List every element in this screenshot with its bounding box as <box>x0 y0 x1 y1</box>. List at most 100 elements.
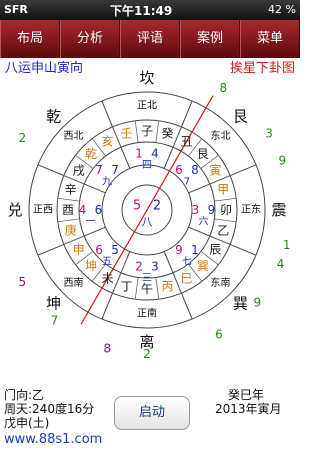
mountain-label-2: 卯 <box>220 203 232 217</box>
period-star-3: 三 <box>142 273 152 284</box>
period-star-1: 六 <box>199 216 209 228</box>
mountain-label-9: 丁 <box>121 279 133 293</box>
mountain-star-7: 1 <box>135 147 143 161</box>
outer-number-9: 8 <box>103 341 111 355</box>
period-star-6: 九 <box>102 176 112 188</box>
direction-label-7: 正北 <box>137 100 157 112</box>
nav-tab-analysis[interactable]: 分析 <box>60 20 120 58</box>
direction-label-6: 西北 <box>63 130 83 142</box>
direction-label-1: 正东 <box>241 203 261 216</box>
period-star-0: 7 <box>184 177 190 188</box>
battery-label: 42 % <box>268 3 296 16</box>
mountain-divider-11 <box>155 277 160 300</box>
period-star-7: 四 <box>142 160 152 171</box>
mountain-star-6: 7 <box>95 163 103 177</box>
mountain-label-17: 乾 <box>85 147 97 161</box>
mountain-star-3: 2 <box>135 260 143 274</box>
outer-number-3: 9 <box>278 154 286 168</box>
mountain-label-0: 寅 <box>209 163 221 178</box>
trigram-label-4: 坤 <box>46 294 61 312</box>
outer-number-2: 3 <box>265 127 273 141</box>
direction-label-2: 东南 <box>211 276 231 289</box>
mountain-label-7: 丙 <box>161 279 173 293</box>
outer-number-11: 5 <box>18 275 26 289</box>
outer-number-10: 7 <box>51 313 59 327</box>
mountain-label-12: 申 <box>73 243 85 257</box>
mountain-label-6: 巳 <box>180 271 192 285</box>
chart-title: 八运申山寅向 <box>5 60 83 76</box>
mountain-label-20: 子 <box>141 124 153 138</box>
mountain-divider-0 <box>155 120 160 143</box>
chart-subtitle: 挨星下卦图 <box>230 61 295 76</box>
mountain-star-2: 9 <box>175 243 183 257</box>
water-star-7: 4 <box>151 147 159 161</box>
mountain-divider-23 <box>134 120 139 143</box>
period-star-5: 一 <box>86 217 96 228</box>
trigram-label-5: 兑 <box>7 201 22 219</box>
clock-label: 下午11:49 <box>110 4 173 18</box>
chart-labels: 东北艮正东 震东南巽正南离西南坤正西兑西北乾正北坎寅甲卯乙辰巽巳丙午丁未坤申庚酉辛… <box>7 69 290 361</box>
water-star-1: 9 <box>208 203 216 217</box>
mountain-divider-18 <box>57 197 80 202</box>
nav-bar: 布局 分析 评语 案例 菜单 <box>0 20 300 58</box>
mountain-star-5: 4 <box>79 203 87 217</box>
chart-svg: 八运申山寅向 挨星下卦图 东北艮正东 震东南巽正南离西南坤正西兑西北乾正北坎寅甲卯… <box>5 60 295 361</box>
element-value: 戊申(土) <box>4 416 50 430</box>
outer-number-6: 9 <box>253 296 261 310</box>
mountain-label-4: 辰 <box>209 243 221 257</box>
nav-tab-menu[interactable]: 菜单 <box>240 20 300 58</box>
water-star-5: 6 <box>95 203 103 217</box>
center-period-star: 八 <box>142 216 153 229</box>
mountain-label-21: 癸 <box>161 127 173 141</box>
mountain-label-5: 巽 <box>197 259 209 273</box>
mountain-label-3: 乙 <box>217 223 229 237</box>
water-star-0: 8 <box>191 163 199 177</box>
mountain-label-22: 丑 <box>180 135 192 149</box>
water-star-3: 3 <box>151 260 159 274</box>
status-bar: SFR 下午11:49 42 % <box>0 0 300 20</box>
trigram-label-2: 巽 <box>233 294 248 312</box>
outer-number-5: 4 <box>277 257 285 271</box>
trigram-label-7: 坎 <box>139 69 154 87</box>
mountain-label-23: 艮 <box>197 147 209 161</box>
outer-number-1: 8 <box>219 81 227 95</box>
mountain-divider-17 <box>57 218 80 223</box>
direction-label-4: 西南 <box>63 276 83 289</box>
mountain-divider-6 <box>214 218 237 223</box>
water-star-4: 5 <box>111 243 119 257</box>
info-panel: 门向:乙 周天:240度16分 戊申(土) 启动 癸巳年 2013年寅月 www… <box>0 388 300 450</box>
period-star-2: 七 <box>182 255 192 267</box>
center-mountain-star: 5 <box>133 199 141 214</box>
feng-shui-chart: 八运申山寅向 挨星下卦图 东北艮正东震东南巽正南离西南坤正西兑西北乾正北坎寅甲卯… <box>0 58 300 388</box>
trigram-label-0: 艮 <box>233 108 248 126</box>
mountain-label-16: 戌 <box>73 164 85 178</box>
mountain-divider-5 <box>214 197 237 202</box>
mountain-label-11: 坤 <box>85 258 97 273</box>
site-link[interactable]: www.88s1.com <box>4 432 102 447</box>
mountain-divider-12 <box>134 277 139 300</box>
mountain-label-19: 壬 <box>121 127 133 141</box>
water-star-2: 1 <box>191 243 199 257</box>
nav-tab-layout[interactable]: 布局 <box>0 20 60 58</box>
outer-number-4: 1 <box>283 238 291 252</box>
mountain-label-10: 未 <box>101 271 113 285</box>
trigram-label-6: 乾 <box>46 108 61 126</box>
period-star-4: 五 <box>102 256 112 267</box>
mountain-star-1: 3 <box>192 203 200 217</box>
water-star-6: 7 <box>111 163 119 177</box>
mountain-label-13: 庚 <box>65 222 77 237</box>
direction-label-3: 正南 <box>137 307 157 320</box>
center-water-star: 2 <box>153 199 161 214</box>
mountain-label-8: 午 <box>141 282 153 296</box>
nav-tab-comments[interactable]: 评语 <box>120 20 180 58</box>
outer-number-8: 2 <box>143 347 151 361</box>
direction-label-0: 东北 <box>211 129 231 142</box>
mountain-label-14: 酉 <box>62 203 74 217</box>
mountain-label-1: 甲 <box>217 183 229 197</box>
mountain-star-0: 6 <box>175 163 183 177</box>
mountain-label-15: 辛 <box>65 183 77 197</box>
month-label: 2013年寅月 <box>215 402 282 416</box>
carrier-label: SFR <box>4 3 28 16</box>
start-button[interactable]: 启动 <box>114 396 190 430</box>
nav-tab-cases[interactable]: 案例 <box>180 20 240 58</box>
